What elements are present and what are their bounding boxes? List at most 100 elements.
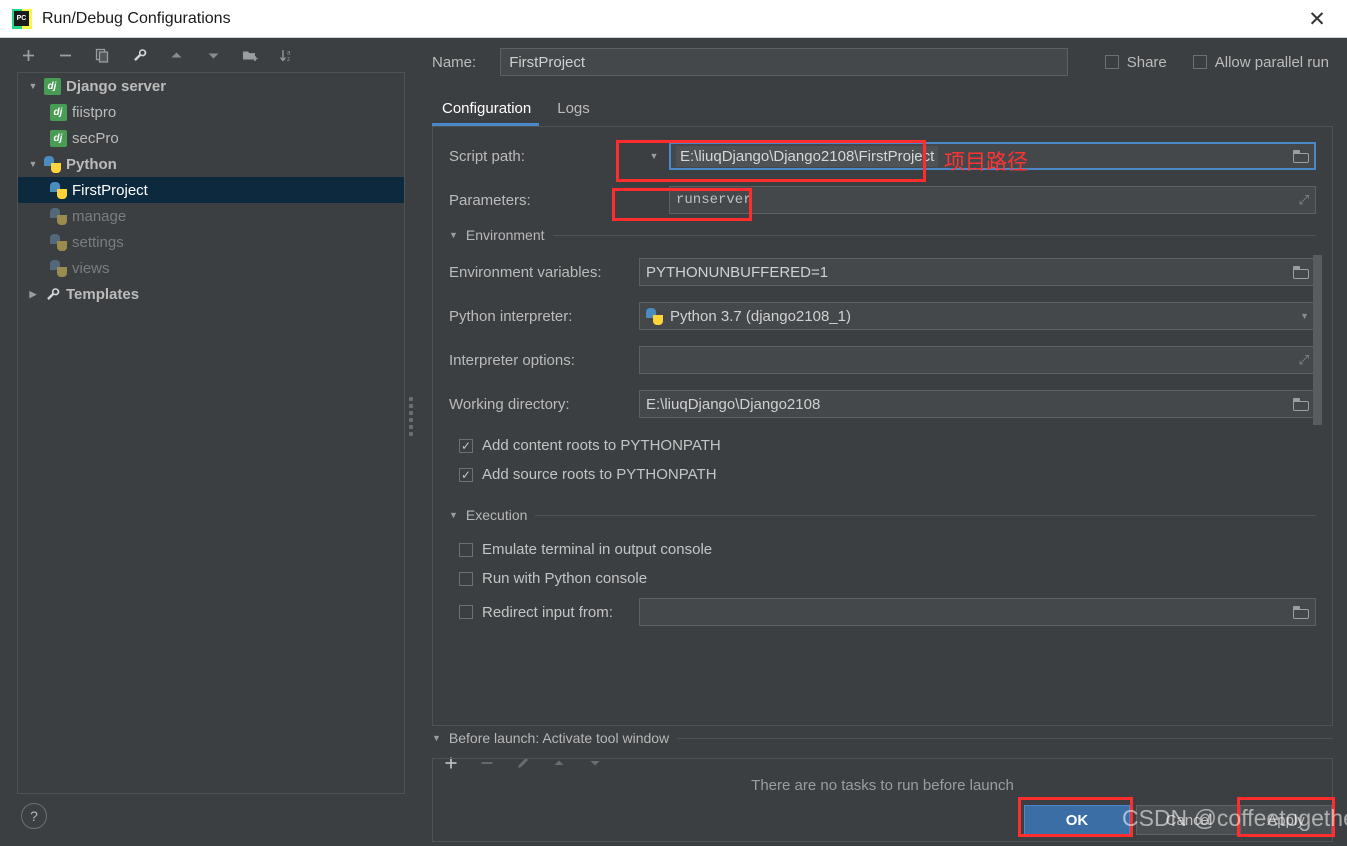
working-directory-input[interactable]: E:\liuqDjango\Django2108 (639, 390, 1316, 418)
tree-item-manage[interactable]: manage (18, 203, 404, 229)
execution-section-title: Execution (465, 507, 528, 523)
panel-splitter[interactable] (405, 38, 417, 794)
interpreter-options-label: Interpreter options: (449, 351, 575, 369)
run-with-python-console-checkbox[interactable]: Run with Python console (449, 564, 1316, 593)
before-launch-twisty[interactable]: ▼ (432, 733, 441, 743)
configurations-tree[interactable]: ▼ dj Django server dj fiistpro dj secPro ▼ Pytho… (17, 72, 405, 794)
python-interpreter-chevron-down-icon[interactable]: ▼ (1300, 311, 1309, 321)
redirect-input-field[interactable] (639, 598, 1316, 626)
name-input[interactable] (500, 48, 1069, 76)
tree-item-templates[interactable]: ▶ Templates (18, 281, 404, 307)
tree-twisty-icon[interactable]: ▼ (24, 159, 42, 169)
tree-item-django-server[interactable]: ▼ dj Django server (18, 73, 404, 99)
parameters-expand-icon[interactable]: ⤢ (1299, 192, 1309, 208)
tree-item-fiistpro[interactable]: dj fiistpro (18, 99, 404, 125)
parameters-row: Parameters: runserver ⤢ (449, 183, 1316, 217)
script-path-chevron-down-icon[interactable]: ▼ (639, 151, 669, 161)
tree-item-label: fiistpro (72, 103, 117, 121)
execution-section-twisty[interactable]: ▼ (449, 510, 458, 520)
new-folder-button[interactable] (240, 45, 260, 65)
python-icon (48, 181, 68, 199)
interpreter-options-input[interactable]: ⤢ (639, 346, 1316, 374)
script-path-input[interactable]: E:\liuqDjango\Django2108\FirstProject (669, 142, 1316, 170)
copy-configuration-button[interactable] (92, 45, 112, 65)
tree-item-views[interactable]: views (18, 255, 404, 281)
redirect-input-folder-icon[interactable] (1293, 605, 1309, 619)
tree-item-firstproject[interactable]: FirstProject (18, 177, 404, 203)
add-content-roots-label: Add content roots to PYTHONPATH (482, 437, 721, 454)
cancel-button[interactable]: Cancel (1136, 805, 1242, 835)
working-directory-folder-icon[interactable] (1293, 397, 1309, 411)
wrench-icon[interactable] (129, 45, 149, 65)
remove-configuration-button[interactable] (55, 45, 75, 65)
tree-item-python[interactable]: ▼ Python (18, 151, 404, 177)
emulate-terminal-checkbox[interactable]: Emulate terminal in output console (449, 535, 1316, 564)
configuration-form: Script path: ▼ E:\liuqDjango\Django2108\… (432, 126, 1333, 726)
execution-section-divider (535, 514, 1316, 516)
move-down-button[interactable] (203, 45, 223, 65)
help-button[interactable]: ? (21, 803, 47, 829)
django-icon: dj (42, 77, 62, 95)
splitter-handle (409, 396, 413, 436)
environment-variables-value: PYTHONUNBUFFERED=1 (646, 263, 829, 281)
allow-parallel-run-checkbox[interactable]: Allow parallel run (1192, 53, 1329, 71)
dialog-body: a z ▼ dj Django server dj fiistpro dj secPro ▼ P… (0, 38, 1347, 846)
tree-item-label: secPro (72, 129, 119, 147)
environment-variables-folder-icon[interactable] (1293, 265, 1309, 279)
apply-button[interactable]: Apply (1240, 805, 1332, 835)
interpreter-options-expand-icon[interactable]: ⤢ (1299, 352, 1309, 368)
before-launch-title: Before launch: Activate tool window (448, 730, 670, 746)
python-icon (48, 207, 68, 225)
close-icon[interactable]: ✕ (1297, 4, 1337, 34)
pycharm-icon: PC (12, 8, 32, 29)
window-title: Run/Debug Configurations (42, 9, 231, 27)
before-launch-divider (677, 737, 1333, 739)
tab-logs[interactable]: Logs (547, 95, 606, 126)
environment-section-header: ▼ Environment (449, 227, 1316, 243)
run-with-python-console-checkbox-box (459, 571, 473, 586)
configurations-panel: a z ▼ dj Django server dj fiistpro dj secPro ▼ P… (0, 38, 410, 794)
parameters-input[interactable]: runserver ⤢ (669, 186, 1316, 214)
environment-section-twisty[interactable]: ▼ (449, 230, 458, 240)
form-scrollbar[interactable] (1313, 255, 1322, 425)
redirect-input-checkbox[interactable]: Redirect input from: (449, 604, 639, 621)
redirect-input-row: Redirect input from: (449, 595, 1316, 629)
execution-section-header: ▼ Execution (449, 507, 1316, 523)
python-interpreter-select[interactable]: Python 3.7 (django2108_1) ▼ (639, 302, 1316, 330)
environment-section-title: Environment (465, 227, 545, 243)
add-content-roots-checkbox[interactable]: Add content roots to PYTHONPATH (449, 431, 1316, 460)
tree-item-label: settings (72, 233, 124, 251)
tree-twisty-icon[interactable]: ▼ (24, 81, 42, 91)
environment-variables-label: Environment variables: (449, 263, 602, 281)
share-checkbox-box (1104, 55, 1119, 69)
tree-twisty-icon[interactable]: ▶ (24, 289, 42, 300)
redirect-input-checkbox-box (459, 605, 473, 619)
python-icon (48, 259, 68, 277)
window-titlebar: PC Run/Debug Configurations ✕ (0, 0, 1347, 38)
sort-az-icon[interactable]: a z (277, 45, 297, 65)
tree-item-secpro[interactable]: dj secPro (18, 125, 404, 151)
allow-parallel-run-checkbox-box (1192, 55, 1207, 69)
tab-configuration[interactable]: Configuration (432, 95, 547, 126)
python-interpreter-value: Python 3.7 (django2108_1) (670, 307, 851, 325)
add-content-roots-checkbox-box (459, 438, 473, 453)
run-with-python-console-label: Run with Python console (482, 570, 648, 587)
interpreter-options-row: Interpreter options: ⤢ (449, 343, 1316, 377)
pycharm-icon-letters: PC (14, 10, 29, 26)
script-path-row: Script path: ▼ E:\liuqDjango\Django2108\… (449, 139, 1316, 173)
svg-text:a: a (287, 50, 291, 56)
django-icon: dj (48, 129, 68, 147)
add-source-roots-label: Add source roots to PYTHONPATH (482, 466, 717, 483)
add-configuration-button[interactable] (18, 45, 38, 65)
script-path-folder-icon[interactable] (1293, 149, 1309, 163)
share-checkbox[interactable]: Share (1104, 54, 1167, 71)
parameters-value: runserver (676, 192, 752, 208)
tree-item-settings[interactable]: settings (18, 229, 404, 255)
allow-parallel-run-label: Allow parallel run (1214, 53, 1329, 71)
tree-item-label: Templates (66, 285, 140, 303)
move-up-button[interactable] (166, 45, 186, 65)
environment-variables-input[interactable]: PYTHONUNBUFFERED=1 (639, 258, 1316, 286)
parameters-label: Parameters: (449, 191, 531, 209)
ok-button[interactable]: OK (1024, 805, 1130, 835)
add-source-roots-checkbox[interactable]: Add source roots to PYTHONPATH (449, 460, 1316, 489)
